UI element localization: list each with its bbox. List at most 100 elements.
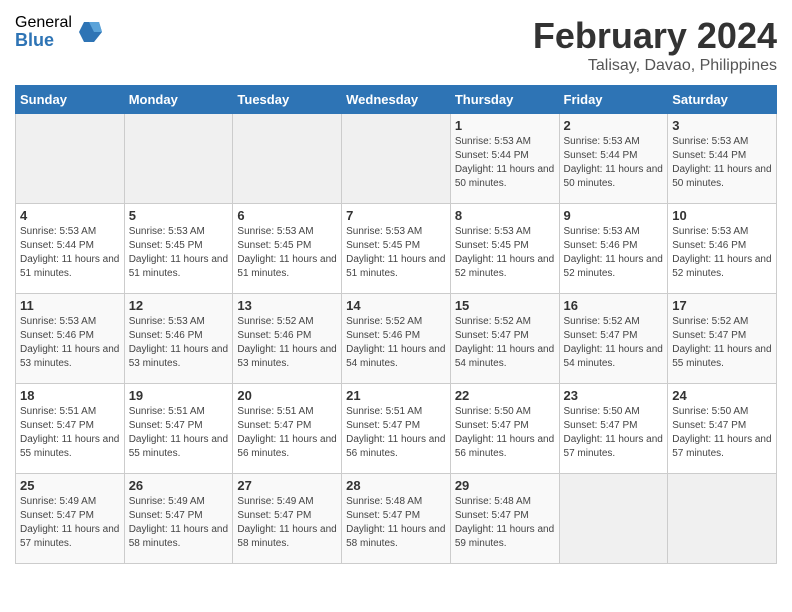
calendar-header: SundayMondayTuesdayWednesdayThursdayFrid… [16,86,777,114]
calendar-cell: 3 Sunrise: 5:53 AMSunset: 5:44 PMDaylight… [668,114,777,204]
day-number: 27 [237,478,337,493]
calendar-cell: 5Sunrise: 5:53 AMSunset: 5:45 PMDaylight… [124,204,233,294]
calendar-cell: 22 Sunrise: 5:50 AMSunset: 5:47 PMDayligh… [450,384,559,474]
calendar-week-1: 1 Sunrise: 5:53 AMSunset: 5:44 PMDaylight… [16,114,777,204]
calendar-body: 1 Sunrise: 5:53 AMSunset: 5:44 PMDaylight… [16,114,777,564]
calendar-cell [342,114,451,204]
day-info: Sunrise: 5:52 AMSunset: 5:47 PMDaylight:… [455,315,555,371]
calendar-cell: 18 Sunrise: 5:51 AMSunset: 5:47 PMDayligh… [16,384,125,474]
day-info: Sunrise: 5:49 AMSunset: 5:47 PMDaylight:… [237,495,337,551]
calendar-cell: 27 Sunrise: 5:49 AMSunset: 5:47 PMDayligh… [233,474,342,564]
day-number: 10 [672,208,772,223]
day-number: 2 [564,118,664,133]
calendar-cell: 11Sunrise: 5:53 AMSunset: 5:46 PMDayligh… [16,294,125,384]
calendar-cell: 26 Sunrise: 5:49 AMSunset: 5:47 PMDayligh… [124,474,233,564]
day-info: Sunrise: 5:53 AMSunset: 5:45 PMDaylight:… [346,225,446,281]
day-number: 15 [455,298,555,313]
location: Talisay, Davao, Philippines [533,57,777,75]
calendar-cell: 8 Sunrise: 5:53 AMSunset: 5:45 PMDaylight… [450,204,559,294]
day-info: Sunrise: 5:49 AMSunset: 5:47 PMDaylight:… [20,495,120,551]
day-info: Sunrise: 5:51 AMSunset: 5:47 PMDaylight:… [346,405,446,461]
calendar-cell: 14 Sunrise: 5:52 AMSunset: 5:46 PMDayligh… [342,294,451,384]
calendar-cell: 7 Sunrise: 5:53 AMSunset: 5:45 PMDaylight… [342,204,451,294]
day-number: 18 [20,388,120,403]
day-number: 21 [346,388,446,403]
day-info: Sunrise: 5:48 AMSunset: 5:47 PMDaylight:… [346,495,446,551]
month-title: February 2024 [533,15,777,57]
calendar-cell: 4 Sunrise: 5:53 AMSunset: 5:44 PMDaylight… [16,204,125,294]
day-number: 7 [346,208,446,223]
header-row: SundayMondayTuesdayWednesdayThursdayFrid… [16,86,777,114]
calendar-cell [559,474,668,564]
day-number: 20 [237,388,337,403]
calendar-table: SundayMondayTuesdayWednesdayThursdayFrid… [15,85,777,564]
day-number: 22 [455,388,555,403]
day-number: 23 [564,388,664,403]
day-info: Sunrise: 5:50 AMSunset: 5:47 PMDaylight:… [455,405,555,461]
calendar-cell [16,114,125,204]
day-info: Sunrise: 5:53 AMSunset: 5:46 PMDaylight:… [672,225,772,281]
calendar-cell: 21 Sunrise: 5:51 AMSunset: 5:47 PMDayligh… [342,384,451,474]
header-day-wednesday: Wednesday [342,86,451,114]
calendar-cell: 24Sunrise: 5:50 AMSunset: 5:47 PMDayligh… [668,384,777,474]
calendar-cell: 6 Sunrise: 5:53 AMSunset: 5:45 PMDaylight… [233,204,342,294]
logo-text: General Blue [15,15,72,49]
day-info: Sunrise: 5:52 AMSunset: 5:47 PMDaylight:… [564,315,664,371]
day-number: 1 [455,118,555,133]
calendar-cell: 16Sunrise: 5:52 AMSunset: 5:47 PMDayligh… [559,294,668,384]
title-section: February 2024 Talisay, Davao, Philippine… [533,15,777,75]
logo-icon [74,17,104,47]
calendar-cell: 19 Sunrise: 5:51 AMSunset: 5:47 PMDayligh… [124,384,233,474]
day-info: Sunrise: 5:51 AMSunset: 5:47 PMDaylight:… [20,405,120,461]
calendar-cell: 13Sunrise: 5:52 AMSunset: 5:46 PMDayligh… [233,294,342,384]
day-info: Sunrise: 5:53 AMSunset: 5:44 PMDaylight:… [564,135,664,191]
header-day-tuesday: Tuesday [233,86,342,114]
logo-general: General [15,15,72,31]
day-number: 8 [455,208,555,223]
calendar-cell: 23 Sunrise: 5:50 AMSunset: 5:47 PMDayligh… [559,384,668,474]
calendar-cell: 12 Sunrise: 5:53 AMSunset: 5:46 PMDayligh… [124,294,233,384]
day-info: Sunrise: 5:53 AMSunset: 5:44 PMDaylight:… [672,135,772,191]
day-number: 17 [672,298,772,313]
day-info: Sunrise: 5:48 AMSunset: 5:47 PMDaylight:… [455,495,555,551]
day-info: Sunrise: 5:53 AMSunset: 5:45 PMDaylight:… [237,225,337,281]
calendar-cell: 1 Sunrise: 5:53 AMSunset: 5:44 PMDaylight… [450,114,559,204]
calendar-week-3: 11Sunrise: 5:53 AMSunset: 5:46 PMDayligh… [16,294,777,384]
logo-blue: Blue [15,31,72,49]
day-info: Sunrise: 5:50 AMSunset: 5:47 PMDaylight:… [564,405,664,461]
calendar-week-5: 25 Sunrise: 5:49 AMSunset: 5:47 PMDayligh… [16,474,777,564]
header-day-sunday: Sunday [16,86,125,114]
day-info: Sunrise: 5:53 AMSunset: 5:44 PMDaylight:… [20,225,120,281]
day-number: 25 [20,478,120,493]
day-number: 4 [20,208,120,223]
calendar-cell [124,114,233,204]
calendar-cell: 15 Sunrise: 5:52 AMSunset: 5:47 PMDayligh… [450,294,559,384]
day-info: Sunrise: 5:52 AMSunset: 5:46 PMDaylight:… [346,315,446,371]
calendar-cell: 9 Sunrise: 5:53 AMSunset: 5:46 PMDaylight… [559,204,668,294]
calendar-cell [668,474,777,564]
day-info: Sunrise: 5:53 AMSunset: 5:46 PMDaylight:… [564,225,664,281]
day-info: Sunrise: 5:50 AMSunset: 5:47 PMDaylight:… [672,405,772,461]
day-info: Sunrise: 5:51 AMSunset: 5:47 PMDaylight:… [129,405,229,461]
day-info: Sunrise: 5:53 AMSunset: 5:45 PMDaylight:… [455,225,555,281]
header-day-monday: Monday [124,86,233,114]
day-info: Sunrise: 5:53 AMSunset: 5:46 PMDaylight:… [129,315,229,371]
calendar-cell: 10 Sunrise: 5:53 AMSunset: 5:46 PMDayligh… [668,204,777,294]
day-number: 6 [237,208,337,223]
day-number: 19 [129,388,229,403]
calendar-cell: 25 Sunrise: 5:49 AMSunset: 5:47 PMDayligh… [16,474,125,564]
day-number: 26 [129,478,229,493]
day-number: 14 [346,298,446,313]
day-info: Sunrise: 5:49 AMSunset: 5:47 PMDaylight:… [129,495,229,551]
day-number: 12 [129,298,229,313]
day-number: 3 [672,118,772,133]
day-number: 9 [564,208,664,223]
day-info: Sunrise: 5:53 AMSunset: 5:44 PMDaylight:… [455,135,555,191]
day-number: 28 [346,478,446,493]
day-info: Sunrise: 5:53 AMSunset: 5:45 PMDaylight:… [129,225,229,281]
calendar-week-4: 18 Sunrise: 5:51 AMSunset: 5:47 PMDayligh… [16,384,777,474]
day-info: Sunrise: 5:53 AMSunset: 5:46 PMDaylight:… [20,315,120,371]
calendar-cell: 17Sunrise: 5:52 AMSunset: 5:47 PMDayligh… [668,294,777,384]
header-day-saturday: Saturday [668,86,777,114]
calendar-cell: 28 Sunrise: 5:48 AMSunset: 5:47 PMDayligh… [342,474,451,564]
